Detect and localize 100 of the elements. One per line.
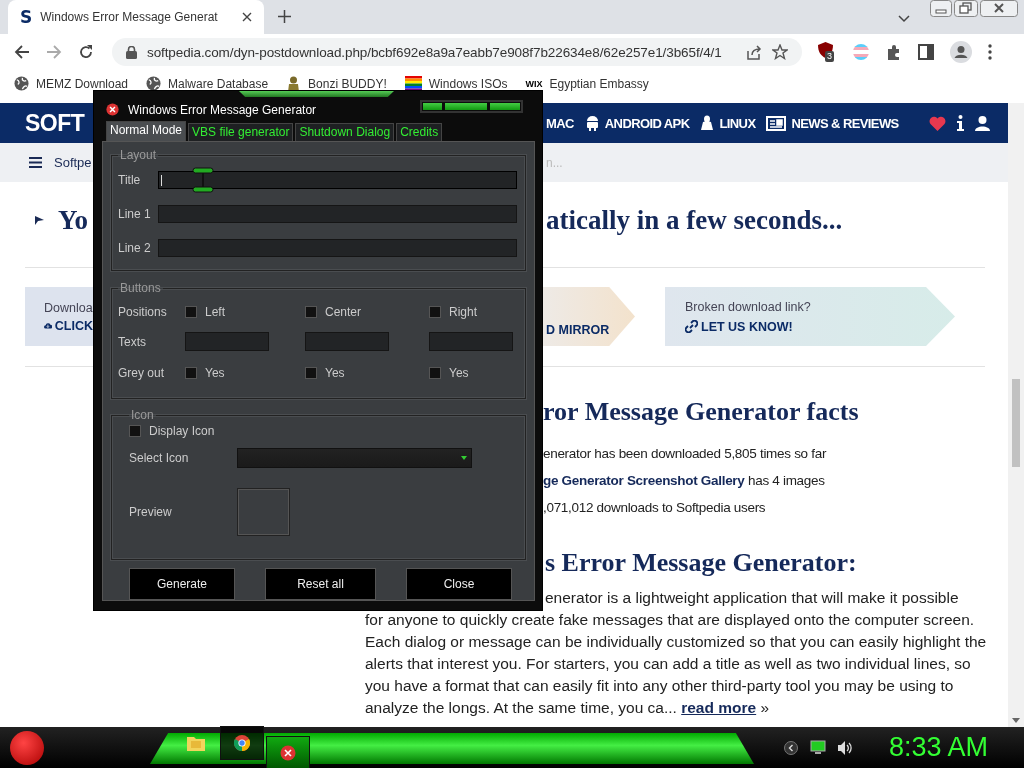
group-label: Layout bbox=[119, 148, 158, 162]
action-button[interactable]: Generate bbox=[129, 568, 235, 600]
pointer-icon bbox=[35, 215, 44, 225]
share-icon[interactable] bbox=[746, 44, 762, 60]
field-label: Select Icon bbox=[129, 451, 190, 465]
fact-text: ,071,012 downloads to Softpedia users bbox=[543, 499, 767, 517]
icon-preview bbox=[237, 488, 290, 536]
android-icon bbox=[584, 115, 600, 131]
lock-icon bbox=[126, 45, 137, 59]
checkbox[interactable] bbox=[185, 367, 197, 379]
side-panel-icon[interactable] bbox=[918, 44, 934, 60]
tab[interactable]: Normal Mode bbox=[106, 121, 187, 141]
text-cursor-icon bbox=[192, 167, 214, 193]
new-tab-icon[interactable] bbox=[278, 10, 291, 23]
bookmark[interactable]: Windows ISOs bbox=[404, 76, 508, 91]
speaker-icon[interactable] bbox=[837, 740, 853, 755]
site-favicon: S bbox=[20, 7, 33, 27]
bookmark[interactable]: WIX Egyptian Embassy bbox=[525, 76, 649, 91]
tab-title: Windows Error Message Generat bbox=[40, 10, 219, 24]
input-field[interactable] bbox=[185, 332, 269, 351]
fact-text: enerator has been downloaded 5,805 times so far bbox=[543, 445, 828, 463]
field-label: Preview bbox=[129, 505, 173, 519]
download-card[interactable]: Downloa CLICK bbox=[25, 287, 93, 346]
breadcrumb-link[interactable]: Softpe bbox=[54, 155, 92, 170]
field-label: Line 1 bbox=[118, 207, 152, 221]
input-field[interactable] bbox=[158, 239, 517, 257]
headline: Yo bbox=[58, 204, 88, 236]
monitor-icon[interactable] bbox=[809, 740, 826, 755]
close-icon[interactable] bbox=[242, 12, 252, 22]
checkbox-label: Right bbox=[449, 305, 477, 319]
chevron-down-icon[interactable] bbox=[898, 15, 910, 23]
bookmark[interactable]: MEMZ Download bbox=[14, 76, 129, 91]
group-label: Icon bbox=[130, 408, 155, 422]
description-text: for anyone to quickly create fake messages that are displayed onto the computer screen. Each dialog or message can be individually customized so that you can easily highlight the alerts that interest you. For starters, you can add a title as well as two individual lines, so you have a format that can easily fit into any other third-party tool you may be using to analyze the longs. At the same time, you ca... read more » bbox=[365, 610, 988, 718]
browser-tab[interactable]: S Windows Error Message Generat bbox=[8, 0, 264, 34]
scroll-down-icon[interactable] bbox=[1012, 718, 1020, 723]
user-icon[interactable] bbox=[975, 115, 990, 131]
nav-link[interactable]: LINUX bbox=[700, 115, 756, 131]
site-logo[interactable]: SOFT bbox=[0, 109, 93, 137]
profile-icon[interactable] bbox=[950, 41, 972, 63]
scroll-thumb[interactable] bbox=[1012, 379, 1020, 467]
scrollbar[interactable] bbox=[1008, 103, 1024, 727]
field-label: Grey out bbox=[118, 366, 166, 380]
checkbox-label: Display Icon bbox=[149, 424, 215, 438]
nav-link[interactable]: NEWS & REVIEWS bbox=[766, 115, 899, 131]
checkbox[interactable] bbox=[305, 367, 317, 379]
clock[interactable]: 8:33 AM bbox=[888, 732, 988, 763]
group-label: Buttons bbox=[119, 281, 162, 295]
figure-icon bbox=[286, 75, 302, 92]
window-title: Windows Error Message Generator bbox=[128, 102, 317, 117]
input-field[interactable] bbox=[158, 205, 517, 223]
checkbox[interactable] bbox=[429, 306, 441, 318]
tab[interactable]: Credits bbox=[396, 123, 443, 141]
fact-text: ge Generator Screenshot Gallery has 4 images bbox=[543, 472, 826, 490]
close-icon[interactable] bbox=[980, 0, 1018, 17]
checkbox-label: Yes bbox=[449, 366, 469, 380]
penguin-icon bbox=[700, 115, 715, 131]
mirror-card[interactable]: D MIRROR bbox=[543, 287, 635, 346]
checkbox[interactable] bbox=[429, 367, 441, 379]
checkbox-label: Center bbox=[325, 305, 362, 319]
bookmark[interactable]: Malware Database bbox=[146, 76, 269, 91]
field-label: Positions bbox=[118, 305, 168, 319]
section-heading: s Error Message Generator: bbox=[545, 547, 858, 579]
checkbox[interactable] bbox=[129, 425, 141, 437]
taskbar-button[interactable] bbox=[220, 725, 264, 760]
chrome-icon bbox=[234, 734, 250, 751]
tab[interactable]: VBS file generator bbox=[188, 123, 294, 141]
bookmark[interactable]: Bonzi BUDDY! bbox=[286, 75, 387, 92]
action-button[interactable]: Reset all bbox=[265, 568, 376, 600]
globe-icon bbox=[146, 76, 162, 91]
menu-icon[interactable] bbox=[29, 157, 42, 168]
restore-icon[interactable] bbox=[954, 0, 978, 17]
start-button[interactable] bbox=[10, 730, 44, 765]
input-field[interactable] bbox=[429, 332, 513, 351]
link-icon bbox=[685, 320, 698, 333]
input-field[interactable] bbox=[305, 332, 389, 351]
star-icon[interactable] bbox=[772, 44, 788, 60]
checkbox[interactable] bbox=[185, 306, 197, 318]
back-icon[interactable] bbox=[14, 44, 30, 60]
read-more-link[interactable]: read more bbox=[681, 699, 757, 716]
nav-link[interactable]: MAC bbox=[546, 115, 574, 131]
nav-link[interactable]: ANDROID APK bbox=[584, 115, 690, 131]
taskbar-button[interactable] bbox=[266, 735, 310, 768]
checkbox[interactable] bbox=[305, 306, 317, 318]
puzzle-icon[interactable] bbox=[886, 44, 902, 60]
action-button[interactable]: Close bbox=[406, 568, 512, 600]
site-favicon: WIX bbox=[525, 78, 543, 89]
input-field[interactable] bbox=[158, 171, 517, 189]
report-card[interactable]: Broken download link? LET US KNOW! bbox=[665, 287, 955, 346]
menu-icon[interactable] bbox=[988, 44, 992, 60]
address-bar[interactable]: softpedia.com/dyn-postdownload.php/bcbf692e8a9a7eabb7e908f7b22634e8/62e257e1/3b65f/4/1 bbox=[112, 38, 802, 66]
field-label: Line 2 bbox=[118, 241, 152, 255]
minimize-icon[interactable] bbox=[930, 0, 952, 17]
heart-icon[interactable] bbox=[929, 115, 946, 131]
headline: atically in a few seconds... bbox=[545, 204, 844, 236]
gallery-link[interactable]: ge Generator Screenshot Gallery bbox=[543, 473, 745, 488]
reload-icon[interactable] bbox=[78, 44, 94, 60]
info-icon[interactable] bbox=[957, 115, 964, 131]
description-text: enerator is a lightweight application that will make it possible bbox=[545, 588, 960, 608]
tab[interactable]: Shutdown Dialog bbox=[295, 123, 395, 141]
